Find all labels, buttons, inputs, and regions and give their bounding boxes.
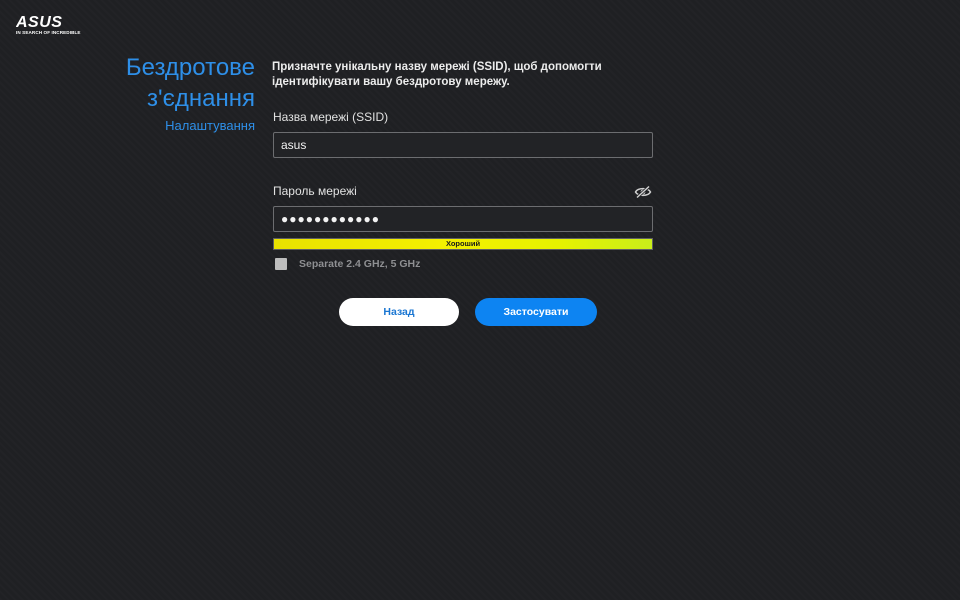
separate-bands-label: Separate 2.4 GHz, 5 GHz <box>299 258 421 270</box>
apply-button[interactable]: Застосувати <box>475 298 597 326</box>
page-subtitle: Налаштування <box>165 118 255 133</box>
ssid-label: Назва мережі (SSID) <box>273 110 389 124</box>
logo-tagline: IN SEARCH OF INCREDIBLE <box>16 30 81 35</box>
back-button[interactable]: Назад <box>339 298 459 326</box>
instruction-text: Призначте унікальну назву мережі (SSID),… <box>272 61 602 88</box>
separate-bands-checkbox[interactable] <box>275 258 287 270</box>
page-title-line-1: Бездротове <box>125 54 255 81</box>
logo-text: ASUS <box>16 14 62 30</box>
page-title-line-2: з'єднання <box>147 85 255 112</box>
password-input[interactable] <box>273 206 653 232</box>
password-label: Пароль мережі <box>273 184 357 198</box>
wireless-settings-form: Призначте унікальну назву мережі (SSID),… <box>272 60 656 270</box>
ssid-input[interactable] <box>273 132 653 158</box>
separate-bands-row[interactable]: Separate 2.4 GHz, 5 GHz <box>275 258 420 270</box>
eye-slash-icon[interactable] <box>634 185 652 199</box>
page-title-block: Бездротове з'єднання Налаштування <box>126 52 255 134</box>
password-strength-label: Хороший <box>445 239 481 248</box>
password-strength-bar: Хороший <box>273 238 653 250</box>
